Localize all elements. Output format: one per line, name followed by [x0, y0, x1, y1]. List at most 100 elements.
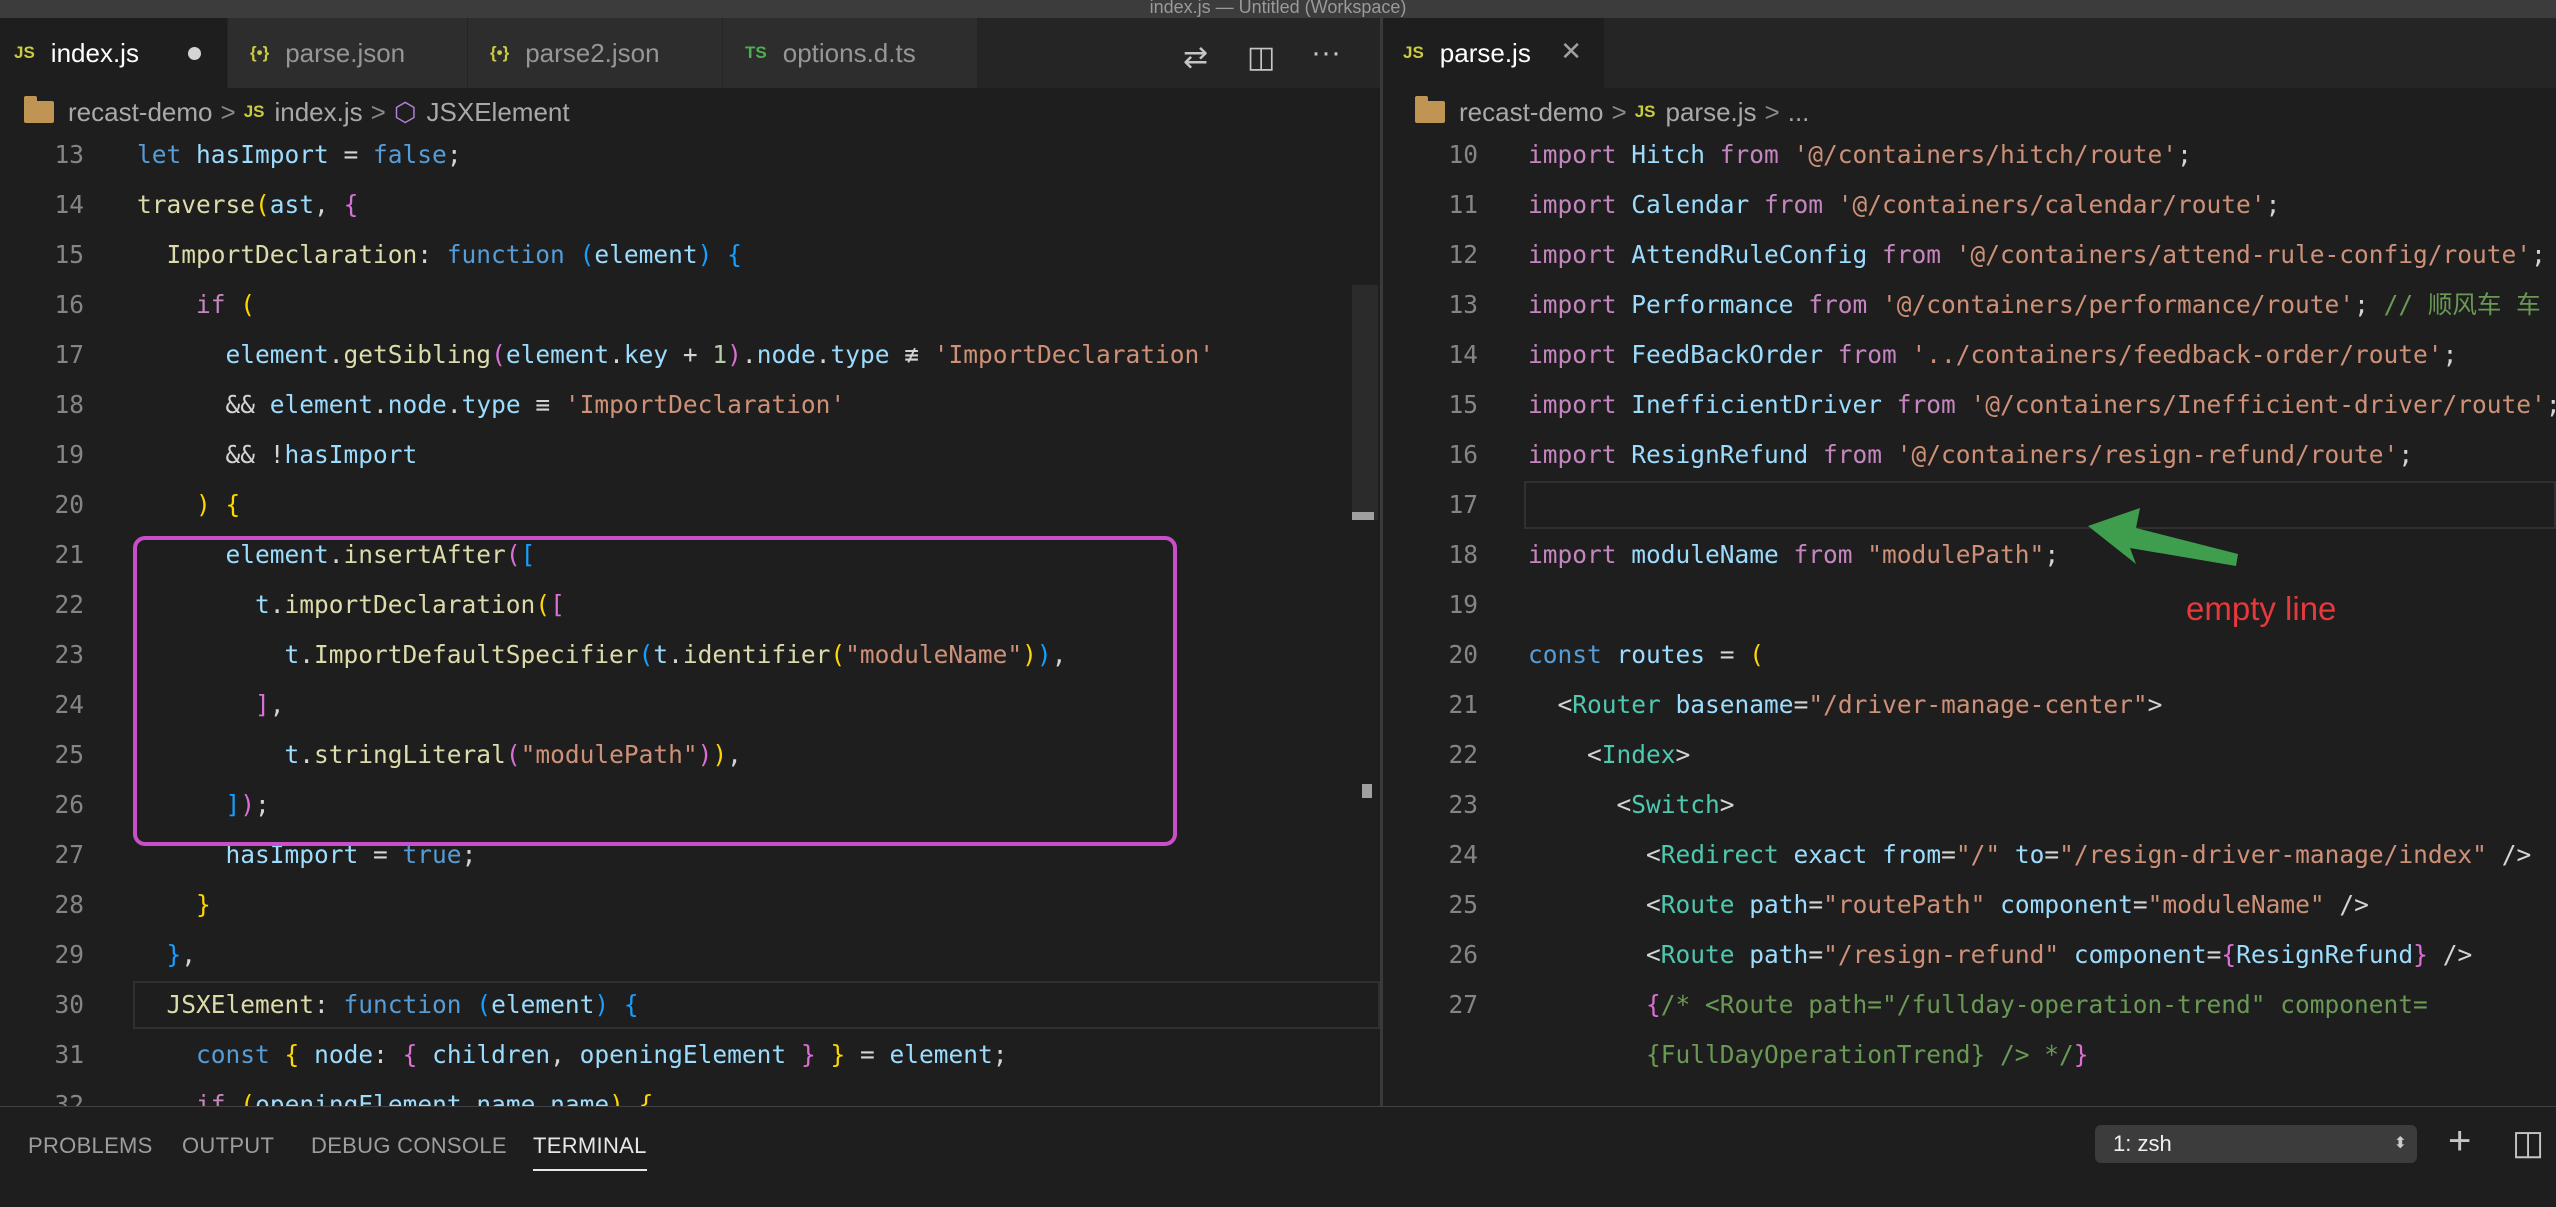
- left-code-line[interactable]: 30 JSXElement: function (element) {: [0, 980, 1380, 1030]
- tab-options-d-ts[interactable]: TS options.d.ts: [723, 18, 978, 88]
- tab-output[interactable]: OUTPUT: [182, 1133, 274, 1159]
- line-number: 21: [1448, 690, 1478, 719]
- line-number: 28: [54, 890, 84, 919]
- left-code-line[interactable]: 19 && !hasImport: [0, 430, 1380, 480]
- folder-icon: [24, 96, 54, 123]
- select-arrows-icon: ⬍: [2393, 1135, 2407, 1152]
- right-code-line[interactable]: 10 import Hitch from '@/containers/hitch/…: [1383, 136, 2556, 180]
- tab-label: parse2.json: [525, 37, 660, 68]
- code-text: {FullDayOperationTrend} /> */}: [1646, 1040, 2089, 1069]
- tab-problems[interactable]: PROBLEMS: [28, 1133, 153, 1159]
- line-number: 26: [1448, 940, 1478, 969]
- line-number: 22: [1448, 740, 1478, 769]
- code-text: import Hitch from '@/containers/hitch/ro…: [1528, 140, 2192, 169]
- right-code-line[interactable]: 21 <Router basename="/driver-manage-cent…: [1383, 680, 2556, 730]
- right-code-editor[interactable]: 9import JoinCar from '@/containers/join-…: [1383, 136, 2556, 1106]
- code-text: if (openingElement.name.name) {: [196, 1090, 654, 1106]
- right-code-line[interactable]: 18 import moduleName from "modulePath";: [1383, 530, 2556, 580]
- left-code-line[interactable]: 16 if (: [0, 280, 1380, 330]
- right-code-line[interactable]: 16 import ResignRefund from '@/containers…: [1383, 430, 2556, 480]
- code-text: import AttendRuleConfig from '@/containe…: [1528, 240, 2546, 269]
- split-editor-icon[interactable]: ◫: [1247, 40, 1275, 75]
- code-text: import Calendar from '@/containers/calen…: [1528, 190, 2281, 219]
- left-code-line[interactable]: 17 element.getSibling(element.key + 1).n…: [0, 330, 1380, 380]
- chevron-right-icon: >: [1611, 96, 1627, 127]
- right-code-line[interactable]: 25 <Route path="routePath" component="mo…: [1383, 880, 2556, 930]
- code-text: }: [196, 890, 211, 919]
- code-text: <Route path="/resign-refund" component={…: [1528, 940, 2473, 969]
- line-number: 24: [1448, 840, 1478, 869]
- breadcrumb-folder[interactable]: recast-demo: [68, 97, 213, 128]
- breadcrumb-file[interactable]: parse.js: [1665, 97, 1756, 128]
- right-code-line[interactable]: {FullDayOperationTrend} /> */}: [1383, 1030, 2556, 1080]
- left-code-line[interactable]: 32 if (openingElement.name.name) {: [0, 1080, 1380, 1106]
- json-file-icon: {•}: [250, 43, 270, 62]
- js-file-icon: JS: [243, 102, 265, 121]
- line-number: 14: [54, 190, 84, 219]
- line-number: 16: [54, 290, 84, 319]
- right-code-line[interactable]: 23 <Switch>: [1383, 780, 2556, 830]
- add-terminal-icon[interactable]: +: [2448, 1119, 2471, 1164]
- left-code-line[interactable]: 18 && element.node.type ≡ 'ImportDeclara…: [0, 380, 1380, 430]
- line-number: 19: [1448, 590, 1478, 619]
- json-file-icon: {•}: [490, 43, 510, 62]
- highlight-box: [133, 536, 1177, 846]
- tab-debug-console[interactable]: DEBUG CONSOLE: [311, 1133, 507, 1159]
- right-code-line[interactable]: 20 const routes = (: [1383, 630, 2556, 680]
- js-file-icon: JS: [1403, 43, 1424, 62]
- right-code-line[interactable]: 14 import FeedBackOrder from '../containe…: [1383, 330, 2556, 380]
- js-file-icon: JS: [14, 43, 35, 62]
- breadcrumb-more[interactable]: ...: [1788, 97, 1810, 128]
- breadcrumb-folder[interactable]: recast-demo: [1459, 97, 1604, 128]
- compare-changes-icon[interactable]: ⇄: [1183, 40, 1208, 75]
- line-number: 11: [1448, 190, 1478, 219]
- more-actions-icon[interactable]: ···: [1311, 36, 1341, 70]
- line-number: 18: [54, 390, 84, 419]
- right-code-line[interactable]: 12 import AttendRuleConfig from '@/contai…: [1383, 230, 2556, 280]
- right-code-line[interactable]: 19: [1383, 580, 2556, 630]
- left-code-line[interactable]: 29 },: [0, 930, 1380, 980]
- breadcrumb-file[interactable]: index.js: [274, 97, 362, 128]
- right-code-line[interactable]: 11 import Calendar from '@/containers/cal…: [1383, 180, 2556, 230]
- tab-parse2-json[interactable]: {•} parse2.json: [468, 18, 723, 88]
- right-code-line[interactable]: 13 import Performance from '@/containers/…: [1383, 280, 2556, 330]
- breadcrumb-symbol[interactable]: JSXElement: [427, 97, 570, 128]
- line-number: 26: [54, 790, 84, 819]
- symbol-class-icon: ⬡: [393, 96, 417, 127]
- line-number: 14: [1448, 340, 1478, 369]
- line-number: 25: [54, 740, 84, 769]
- left-scrollbar-thumb[interactable]: [1352, 285, 1378, 520]
- line-number: 13: [1448, 290, 1478, 319]
- split-terminal-icon[interactable]: ◫: [2512, 1123, 2544, 1163]
- tab-parse-js[interactable]: JS parse.js ✕: [1383, 18, 1605, 88]
- right-code-line[interactable]: 27 {/* <Route path="/fullday-operation-t…: [1383, 980, 2556, 1030]
- close-tab-icon[interactable]: ✕: [1560, 36, 1582, 67]
- left-code-line[interactable]: 15 ImportDeclaration: function (element)…: [0, 230, 1380, 280]
- left-code-line[interactable]: 20 ) {: [0, 480, 1380, 530]
- left-code-line[interactable]: 31 const { node: { children, openingElem…: [0, 1030, 1380, 1080]
- code-text: if (: [196, 290, 256, 319]
- right-code-line[interactable]: 22 <Index>: [1383, 730, 2556, 780]
- tab-terminal[interactable]: TERMINAL: [533, 1133, 647, 1171]
- terminal-select-value: 1: zsh: [2113, 1131, 2172, 1156]
- line-number: 20: [1448, 640, 1478, 669]
- code-text: import InefficientDriver from '@/contain…: [1528, 390, 2556, 419]
- right-overview-marker: [1362, 784, 1372, 798]
- left-breadcrumb: recast-demo > JS index.js > ⬡ JSXElement: [24, 88, 1374, 136]
- bottom-panel: PROBLEMS OUTPUT DEBUG CONSOLE TERMINAL 1…: [0, 1106, 2556, 1207]
- line-number: 32: [54, 1090, 84, 1106]
- right-code-line[interactable]: 17: [1383, 480, 2556, 530]
- tab-index-js[interactable]: JS index.js: [0, 18, 228, 88]
- left-code-line[interactable]: 13 let hasImport = false;: [0, 136, 1380, 180]
- left-code-line[interactable]: 28 }: [0, 880, 1380, 930]
- tab-parse-json[interactable]: {•} parse.json: [228, 18, 468, 88]
- right-code-line[interactable]: 15 import InefficientDriver from '@/conta…: [1383, 380, 2556, 430]
- right-code-line[interactable]: 24 <Redirect exact from="/" to="/resign-…: [1383, 830, 2556, 880]
- left-code-line[interactable]: 14 traverse(ast, {: [0, 180, 1380, 230]
- unsaved-dot-icon[interactable]: [188, 47, 201, 60]
- tab-label: options.d.ts: [782, 37, 916, 68]
- line-number: 15: [54, 240, 84, 269]
- right-code-line[interactable]: 26 <Route path="/resign-refund" componen…: [1383, 930, 2556, 980]
- code-text: import FeedBackOrder from '../containers…: [1528, 340, 2458, 369]
- terminal-select[interactable]: 1: zsh ⬍: [2095, 1125, 2417, 1163]
